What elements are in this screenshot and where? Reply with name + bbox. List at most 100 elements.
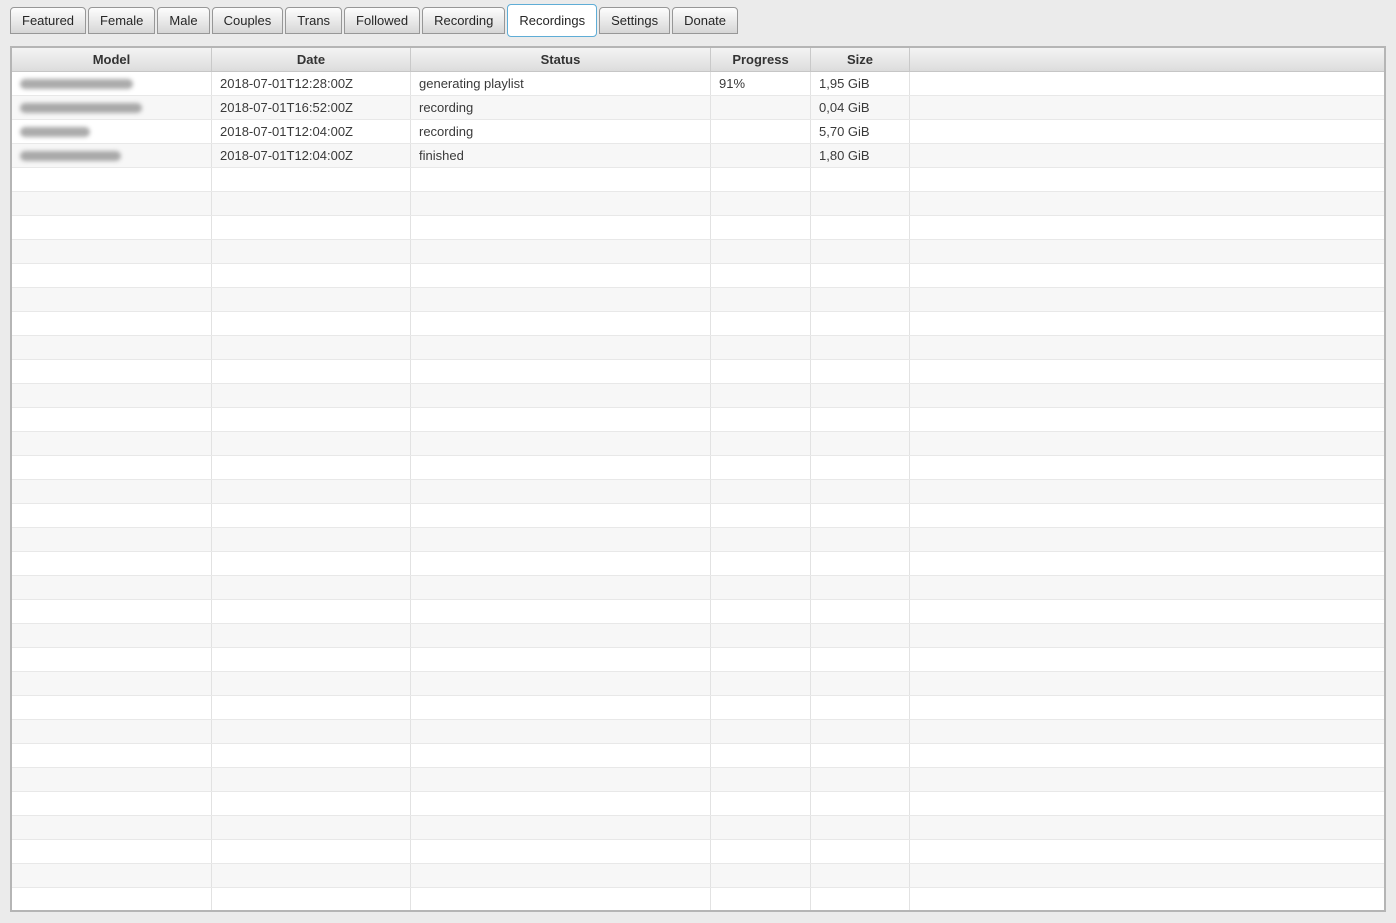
cell-spacer — [910, 576, 1384, 599]
redacted-model-blur — [20, 102, 142, 113]
cell-progress: 91% — [711, 72, 811, 95]
tab-featured[interactable]: Featured — [10, 7, 87, 34]
cell-model — [12, 600, 212, 623]
cell-progress — [711, 624, 811, 647]
cell-status — [411, 816, 711, 839]
table-row-empty — [12, 888, 1384, 910]
cell-size — [811, 816, 910, 839]
redacted-model-blur — [20, 150, 121, 161]
cell-size — [811, 624, 910, 647]
cell-progress — [711, 288, 811, 311]
cell-size — [811, 600, 910, 623]
tab-settings[interactable]: Settings — [599, 7, 671, 34]
cell-progress — [711, 600, 811, 623]
table-row[interactable]: 2018-07-01T12:28:00Z generating playlist 9… — [12, 72, 1384, 96]
table-row-empty — [12, 312, 1384, 336]
cell-size — [811, 672, 910, 695]
cell-date: 2018-07-01T16:52:00Z — [212, 96, 411, 119]
cell-model — [12, 624, 212, 647]
cell-progress — [711, 432, 811, 455]
table-row-empty — [12, 600, 1384, 624]
cell-status — [411, 408, 711, 431]
column-header-model[interactable]: Model — [12, 48, 212, 71]
table-row-empty — [12, 504, 1384, 528]
cell-size — [811, 336, 910, 359]
cell-status — [411, 888, 711, 910]
cell-spacer — [910, 456, 1384, 479]
tab-donate[interactable]: Donate — [672, 7, 739, 34]
tab-recording[interactable]: Recording — [422, 7, 506, 34]
cell-date — [212, 864, 411, 887]
cell-spacer — [910, 432, 1384, 455]
cell-model — [12, 120, 212, 143]
cell-date — [212, 816, 411, 839]
cell-spacer — [910, 96, 1384, 119]
cell-model — [12, 192, 212, 215]
cell-status — [411, 264, 711, 287]
cell-status — [411, 384, 711, 407]
table-row-empty — [12, 648, 1384, 672]
cell-model — [12, 72, 212, 95]
column-header-progress[interactable]: Progress — [711, 48, 811, 71]
table-row[interactable]: 2018-07-01T12:04:00Z finished 1,80 GiB — [12, 144, 1384, 168]
column-header-date[interactable]: Date — [212, 48, 411, 71]
table-row-empty — [12, 456, 1384, 480]
column-header-spacer[interactable] — [910, 48, 1384, 71]
cell-progress — [711, 192, 811, 215]
cell-model — [12, 168, 212, 191]
cell-date — [212, 456, 411, 479]
table-row-empty — [12, 840, 1384, 864]
cell-model — [12, 360, 212, 383]
cell-size — [811, 360, 910, 383]
tab-couples[interactable]: Couples — [211, 7, 284, 34]
cell-progress — [711, 576, 811, 599]
tab-followed[interactable]: Followed — [344, 7, 421, 34]
cell-model — [12, 672, 212, 695]
cell-spacer — [910, 144, 1384, 167]
cell-spacer — [910, 264, 1384, 287]
cell-spacer — [910, 624, 1384, 647]
cell-spacer — [910, 840, 1384, 863]
tab-recordings[interactable]: Recordings — [507, 4, 598, 37]
cell-spacer — [910, 504, 1384, 527]
cell-size — [811, 240, 910, 263]
cell-date — [212, 792, 411, 815]
cell-model — [12, 576, 212, 599]
table-row-empty — [12, 624, 1384, 648]
table-row-empty — [12, 408, 1384, 432]
cell-date — [212, 744, 411, 767]
table-row[interactable]: 2018-07-01T16:52:00Z recording 0,04 GiB — [12, 96, 1384, 120]
column-header-size[interactable]: Size — [811, 48, 910, 71]
cell-size — [811, 720, 910, 743]
cell-date — [212, 240, 411, 263]
tab-bar: Featured Female Male Couples Trans Followed Re… — [10, 4, 739, 37]
cell-status — [411, 672, 711, 695]
cell-status — [411, 552, 711, 575]
cell-model — [12, 384, 212, 407]
cell-size — [811, 264, 910, 287]
cell-spacer — [910, 768, 1384, 791]
cell-model — [12, 840, 212, 863]
cell-spacer — [910, 240, 1384, 263]
table-row[interactable]: 2018-07-01T12:04:00Z recording 5,70 GiB — [12, 120, 1384, 144]
tab-female[interactable]: Female — [88, 7, 156, 34]
cell-status — [411, 696, 711, 719]
cell-model — [12, 864, 212, 887]
tab-trans[interactable]: Trans — [285, 7, 343, 34]
cell-model — [12, 648, 212, 671]
cell-spacer — [910, 384, 1384, 407]
cell-size — [811, 192, 910, 215]
cell-status — [411, 576, 711, 599]
cell-size — [811, 168, 910, 191]
column-header-status[interactable]: Status — [411, 48, 711, 71]
cell-status — [411, 648, 711, 671]
cell-progress — [711, 216, 811, 239]
cell-spacer — [910, 864, 1384, 887]
cell-model — [12, 144, 212, 167]
cell-progress — [711, 840, 811, 863]
cell-size — [811, 528, 910, 551]
cell-spacer — [910, 744, 1384, 767]
cell-date — [212, 504, 411, 527]
cell-date — [212, 312, 411, 335]
tab-male[interactable]: Male — [157, 7, 210, 34]
